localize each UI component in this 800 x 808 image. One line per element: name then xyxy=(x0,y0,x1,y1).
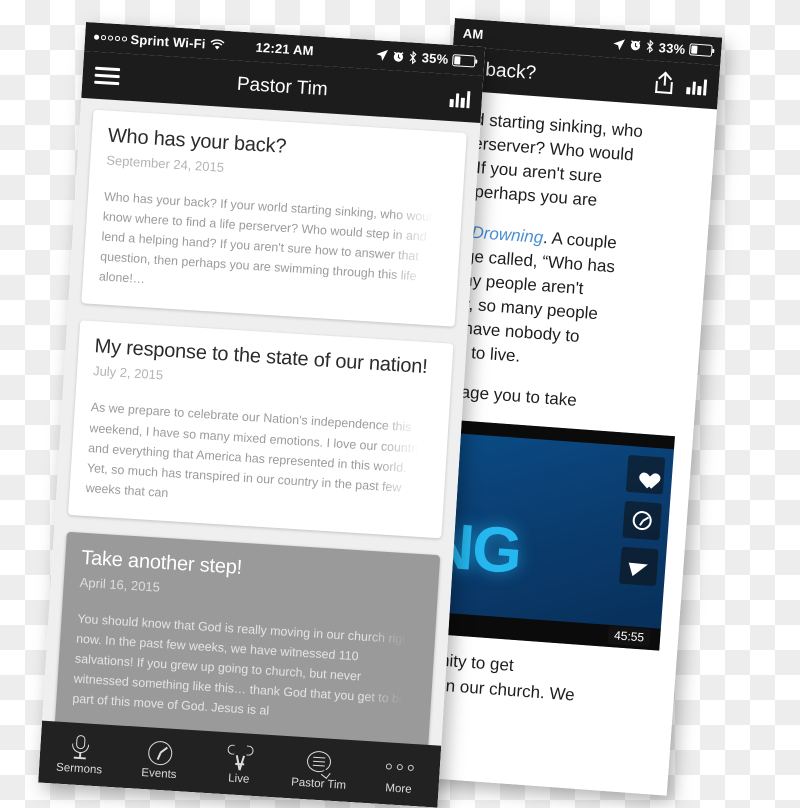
alarm-clock-icon xyxy=(394,51,404,62)
tab-label: Pastor Tim xyxy=(290,775,347,792)
tab-sermons[interactable]: Sermons xyxy=(39,731,121,777)
wifi-icon xyxy=(210,38,225,50)
tab-label: Live xyxy=(227,771,250,786)
bluetooth-icon xyxy=(410,50,417,64)
list-item[interactable]: My response to the state of our nation! … xyxy=(68,320,454,539)
screenshot-stage: AM 33% ur back? rld starting sinking, wh… xyxy=(0,0,800,808)
front-phone-shadow-wrapper: Sprint Wi-Fi 12:21 AM 35% Pastor Tim Who… xyxy=(0,0,800,808)
front-status-left: Sprint Wi-Fi xyxy=(93,30,225,53)
clock-icon xyxy=(147,738,174,766)
ellipsis-icon xyxy=(385,753,415,781)
hamburger-menu-icon[interactable] xyxy=(94,66,121,86)
microphone-icon xyxy=(69,733,93,760)
tab-label: Sermons xyxy=(55,761,103,776)
front-phone: Sprint Wi-Fi 12:21 AM 35% Pastor Tim Who… xyxy=(38,22,486,808)
article-feed-list[interactable]: Who has your back? September 24, 2015 Wh… xyxy=(38,97,481,808)
front-nav-actions xyxy=(449,89,471,108)
tab-live[interactable]: Live xyxy=(198,741,280,787)
chat-bubble-icon xyxy=(306,748,334,779)
tab-label: More xyxy=(385,781,412,796)
list-item[interactable]: Who has your back? September 24, 2015 Wh… xyxy=(81,109,467,328)
front-battery-icon xyxy=(451,53,476,68)
bar-chart-icon[interactable] xyxy=(449,89,471,108)
card-excerpt: You should know that God is really movin… xyxy=(72,609,420,731)
list-item[interactable]: Take another step! April 16, 2015 You sh… xyxy=(54,531,441,750)
card-excerpt: Who has your back? If your world startin… xyxy=(98,186,446,308)
location-arrow-icon xyxy=(376,49,389,61)
carrier-label: Sprint Wi-Fi xyxy=(130,31,207,52)
card-excerpt: As we prepare to celebrate our Nation's … xyxy=(85,398,433,520)
broadcast-tower-icon xyxy=(226,743,254,771)
tab-more[interactable]: More xyxy=(358,751,440,797)
front-battery-percent: 35% xyxy=(421,50,449,67)
tab-events[interactable]: Events xyxy=(119,736,201,782)
signal-strength-dots xyxy=(93,34,127,42)
tab-label: Events xyxy=(141,766,177,781)
tab-pastor-tim[interactable]: Pastor Tim xyxy=(278,746,360,792)
front-status-right: 35% xyxy=(375,47,476,68)
